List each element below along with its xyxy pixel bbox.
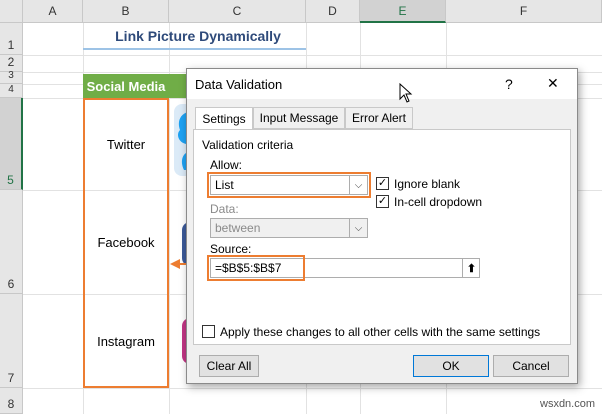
validation-criteria-label: Validation criteria [202,138,294,152]
collapse-dialog-icon[interactable]: ⬆ [462,258,480,278]
row-header-5[interactable]: 5 [0,98,23,190]
tab-settings[interactable]: Settings [195,107,253,130]
dialog-titlebar[interactable]: Data Validation ? ✕ [187,69,577,99]
clear-all-button[interactable]: Clear All [199,355,259,377]
gridline [23,388,602,389]
column-header-b[interactable]: B [83,0,169,23]
ignore-blank-checkbox[interactable]: ✓ [376,177,389,190]
chevron-down-icon: ⌵ [349,219,367,237]
row-header-1[interactable]: 1 [0,23,23,55]
ignore-blank-label: Ignore blank [394,177,461,191]
allow-highlight [207,172,371,198]
cancel-button[interactable]: Cancel [493,355,569,377]
column-header-f[interactable]: F [446,0,602,23]
row-header-6[interactable]: 6 [0,190,23,294]
dialog-title: Data Validation [195,77,283,92]
data-value: between [215,221,261,235]
row-header-4[interactable]: 4 [0,84,23,98]
tab-error-alert[interactable]: Error Alert [345,107,413,129]
row-header-3[interactable]: 3 [0,70,23,84]
column-header-c[interactable]: C [169,0,306,23]
source-label: Source: [210,242,252,256]
data-label: Data: [210,202,239,216]
watermark: wsxdn.com [540,398,596,410]
column-header-e[interactable]: E [360,0,446,23]
close-button[interactable]: ✕ [547,75,559,92]
sheet-title: Link Picture Dynamically [115,28,281,44]
ok-button[interactable]: OK [413,355,489,377]
row-header-7[interactable]: 7 [0,294,23,388]
data-validation-dialog: Data Validation ? ✕ Settings Input Messa… [186,68,578,384]
tab-input-message[interactable]: Input Message [253,107,345,129]
apply-all-checkbox[interactable] [202,325,215,338]
settings-panel: Validation criteria Allow: List ⌵ ✓ Igno… [193,129,571,345]
help-button[interactable]: ? [505,76,513,92]
data-dropdown: between ⌵ [210,218,368,238]
column-header-a[interactable]: A [23,0,83,23]
title-underline [83,48,306,50]
mouse-cursor-icon [399,83,413,103]
incell-dropdown-label: In-cell dropdown [394,195,483,209]
gridline [23,55,602,56]
select-all-corner[interactable] [0,0,23,23]
allow-label: Allow: [210,158,243,172]
cell-b7[interactable]: Instagram [83,294,169,388]
source-highlight [207,255,305,281]
incell-dropdown-checkbox[interactable]: ✓ [376,195,389,208]
cell-b6[interactable]: Facebook [83,190,169,294]
column-header-d[interactable]: D [306,0,360,23]
row-header-8[interactable]: 8 [0,388,23,414]
cell-b5[interactable]: Twitter [83,98,169,190]
apply-all-label: Apply these changes to all other cells w… [220,325,541,339]
social-media-header[interactable]: Social Media [83,74,169,98]
